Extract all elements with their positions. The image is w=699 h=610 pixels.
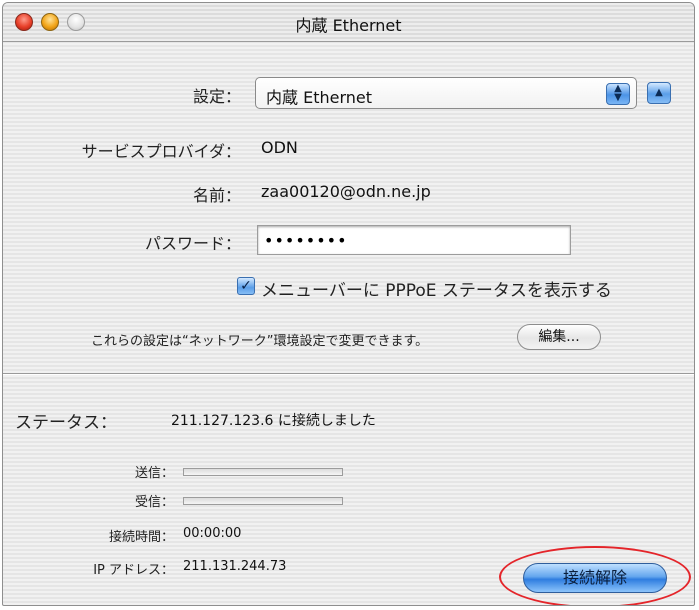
password-field[interactable]: •••••••• [257, 225, 571, 255]
connect-time-label: 接続時間： [108, 530, 174, 545]
received-label: 受信： [134, 495, 174, 510]
received-activity-bar [183, 497, 343, 505]
menubar-checkbox-label[interactable]: メニューバーに PPPoE ステータスを表示する [261, 276, 612, 301]
checkmark-icon: ✓ [240, 278, 252, 294]
config-popup-value: 内蔵 Ethernet [266, 88, 373, 107]
disclosure-button[interactable]: ▲ [647, 82, 671, 104]
status-value: 211.127.123.6 に接続しました [171, 413, 376, 429]
settings-note: これらの設定は“ネットワーク”環境設定で変更できます。 [91, 334, 429, 349]
edit-button[interactable]: 編集... [517, 324, 601, 350]
ip-address-value: 211.131.244.73 [183, 559, 287, 574]
name-value: zaa00120@odn.ne.jp [261, 182, 431, 201]
provider-label: サービスプロバイダ： [81, 142, 241, 161]
window-title: 内蔵 Ethernet [295, 16, 402, 35]
sent-activity-bar [183, 468, 343, 476]
connect-time-value: 00:00:00 [183, 526, 242, 541]
config-label: 設定： [192, 87, 241, 106]
provider-value: ODN [261, 138, 298, 157]
sent-label: 送信： [134, 466, 174, 481]
section-divider [3, 373, 694, 375]
highlight-ring [499, 546, 691, 605]
config-popup[interactable]: 内蔵 Ethernet ▲ ▼ [255, 77, 637, 109]
status-label: ステータス： [15, 413, 117, 433]
name-label: 名前： [192, 186, 241, 205]
popup-arrows-icon: ▲ ▼ [606, 83, 630, 105]
password-value: •••••••• [264, 231, 348, 250]
title-bar[interactable]: 内蔵 Ethernet [3, 3, 694, 42]
menubar-status-checkbox[interactable]: ✓ [237, 277, 255, 295]
disclosure-triangle-icon: ▲ [655, 87, 663, 98]
password-label: パスワード： [144, 234, 241, 253]
ip-address-label: IP アドレス： [93, 563, 174, 578]
internet-connect-window: 内蔵 Ethernet 設定： 内蔵 Ethernet ▲ ▼ ▲ サービスプロバ… [2, 2, 695, 606]
